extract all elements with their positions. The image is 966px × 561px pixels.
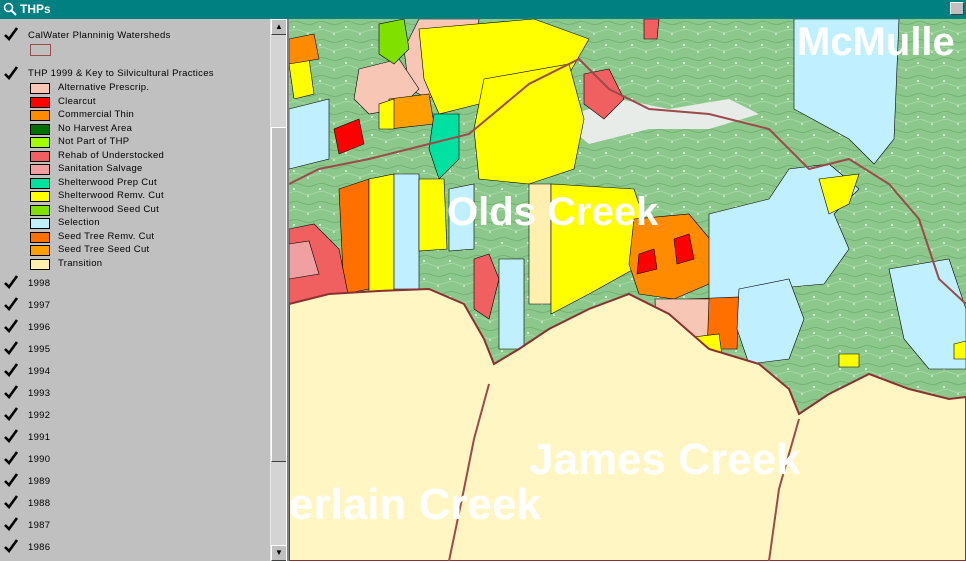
legend-label: Transition bbox=[58, 257, 103, 269]
layer-name-year[interactable]: 1989 bbox=[28, 476, 50, 487]
checkbox-year-layer[interactable] bbox=[4, 363, 19, 378]
legend-swatch bbox=[30, 123, 50, 135]
legend-label: Commercial Thin bbox=[58, 109, 135, 120]
checkbox-year-layer[interactable] bbox=[4, 473, 19, 488]
layer-name-year[interactable]: 1991 bbox=[28, 432, 50, 443]
legend-label: Seed Tree Remv. Cut bbox=[58, 230, 155, 242]
legend-label: Not Part of THP bbox=[58, 136, 130, 147]
thp-unit bbox=[643, 19, 660, 40]
legend-label: Alternative Prescrip. bbox=[58, 82, 150, 93]
layer-name-year[interactable]: 1993 bbox=[28, 388, 50, 399]
legend-swatch bbox=[30, 96, 50, 108]
window-title: THPs bbox=[20, 2, 51, 16]
layer-name-year[interactable]: 1994 bbox=[28, 366, 50, 377]
checkbox-thp-layer[interactable] bbox=[4, 66, 19, 81]
legend-swatch bbox=[30, 137, 50, 148]
legend-label: Seed Tree Seed Cut bbox=[58, 244, 150, 255]
table-of-contents: CalWater Planninig Watersheds THP 1999 &… bbox=[0, 19, 270, 561]
thp-unit bbox=[953, 340, 966, 360]
scroll-thumb[interactable] bbox=[271, 127, 287, 462]
layer-name-watersheds[interactable]: CalWater Planninig Watersheds bbox=[28, 30, 171, 41]
checkbox-year-layer[interactable] bbox=[4, 517, 19, 532]
scroll-down-arrow-icon[interactable]: ▼ bbox=[271, 545, 287, 561]
checkbox-watersheds-layer[interactable] bbox=[4, 27, 19, 42]
legend-label: Shelterwood Seed Cut bbox=[58, 203, 160, 215]
layer-name-year[interactable]: 1988 bbox=[28, 498, 50, 509]
checkbox-year-layer[interactable] bbox=[4, 451, 19, 466]
thp-unit bbox=[289, 33, 320, 65]
layer-name-year[interactable]: 1986 bbox=[28, 542, 50, 553]
checkbox-year-layer[interactable] bbox=[4, 539, 19, 554]
legend-swatch bbox=[30, 204, 50, 216]
window-control-button[interactable] bbox=[950, 2, 964, 15]
legend-label: Selection bbox=[58, 217, 100, 228]
layer-name-year[interactable]: 1995 bbox=[28, 344, 50, 355]
layer-name-year[interactable]: 1998 bbox=[28, 278, 50, 289]
checkbox-year-layer[interactable] bbox=[4, 297, 19, 312]
label-mcmullen: McMulle bbox=[797, 20, 955, 64]
legend-label: Shelterwood Prep Cut bbox=[58, 176, 157, 188]
legend-swatch bbox=[30, 218, 50, 229]
thp-unit bbox=[388, 93, 435, 130]
legend-label: No Harvest Area bbox=[58, 122, 133, 134]
checkbox-year-layer[interactable] bbox=[4, 385, 19, 400]
watershed-symbol bbox=[30, 44, 51, 56]
scroll-up-arrow-icon[interactable]: ▲ bbox=[271, 19, 287, 35]
legend-swatch bbox=[30, 177, 50, 189]
label-chamberlain-creek: erlain Creek bbox=[289, 480, 541, 529]
legend-swatch bbox=[30, 83, 50, 94]
thp-unit bbox=[368, 173, 395, 295]
legend-swatch bbox=[30, 258, 50, 270]
checkbox-year-layer[interactable] bbox=[4, 407, 19, 422]
legend-swatch bbox=[30, 150, 50, 162]
thp-unit bbox=[498, 258, 525, 350]
checkbox-year-layer[interactable] bbox=[4, 495, 19, 510]
checkbox-year-layer[interactable] bbox=[4, 341, 19, 356]
legend-label: Clearcut bbox=[58, 95, 96, 107]
thp-unit bbox=[838, 353, 860, 368]
checkbox-year-layer[interactable] bbox=[4, 319, 19, 334]
label-olds-creek: Olds Creek bbox=[447, 190, 659, 234]
thp-unit bbox=[289, 98, 330, 170]
thp-unit bbox=[393, 173, 420, 290]
layer-name-year[interactable]: 1992 bbox=[28, 410, 50, 421]
layer-name-year[interactable]: 1996 bbox=[28, 322, 50, 333]
thp-unit bbox=[473, 63, 585, 185]
legend-swatch bbox=[30, 164, 50, 175]
legend-label: Shelterwood Remv. Cut bbox=[58, 190, 164, 201]
legend-label: Sanitation Salvage bbox=[58, 163, 143, 174]
window-title-bar[interactable]: THPs bbox=[0, 0, 966, 19]
label-james-creek: James Creek bbox=[529, 435, 801, 484]
legend-swatch bbox=[30, 245, 50, 256]
legend-swatch bbox=[30, 110, 50, 121]
layer-name-thp[interactable]: THP 1999 & Key to Silvicultural Practice… bbox=[28, 68, 214, 79]
layer-name-year[interactable]: 1987 bbox=[28, 520, 50, 531]
thp-unit bbox=[418, 178, 448, 252]
legend-label: Rehab of Understocked bbox=[58, 149, 165, 161]
map-view[interactable]: McMulle Olds Creek James Creek erlain Cr… bbox=[289, 19, 966, 561]
layer-name-year[interactable]: 1997 bbox=[28, 300, 50, 311]
layer-name-year[interactable]: 1990 bbox=[28, 454, 50, 465]
checkbox-year-layer[interactable] bbox=[4, 275, 19, 290]
checkbox-year-layer[interactable] bbox=[4, 429, 19, 444]
app-icon bbox=[3, 2, 17, 16]
legend-swatch bbox=[30, 191, 50, 202]
thp-unit bbox=[378, 98, 395, 130]
legend-swatch bbox=[30, 231, 50, 243]
toc-scrollbar[interactable]: ▲ ▼ bbox=[270, 19, 287, 561]
